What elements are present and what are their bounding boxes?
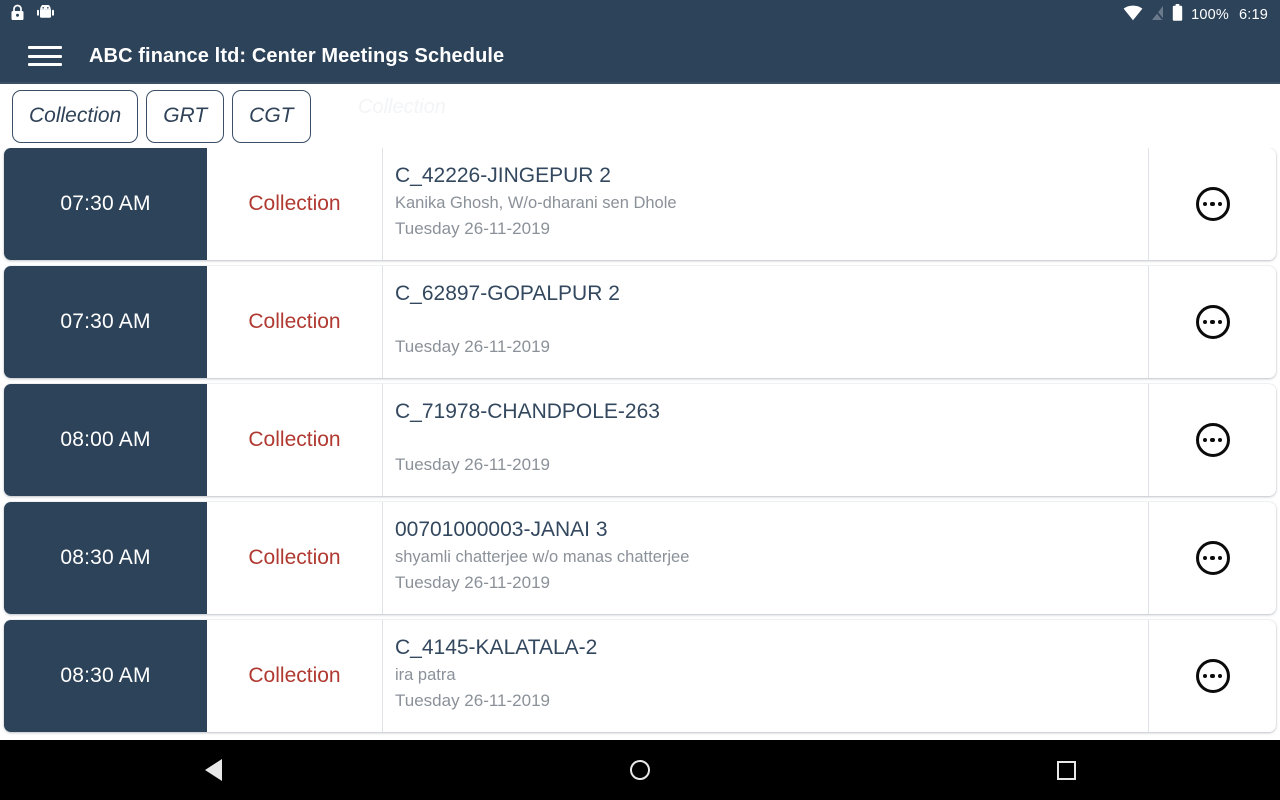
android-navigation-bar: [0, 740, 1280, 800]
row-title: C_42226-JINGEPUR 2: [395, 164, 611, 187]
row-time: 07:30 AM: [4, 266, 207, 378]
table-row[interactable]: 07:30 AM Collection C_42226-JINGEPUR 2 K…: [4, 148, 1276, 260]
row-title: 00701000003-JANAI 3: [395, 518, 608, 541]
row-time: 07:30 AM: [4, 148, 207, 260]
page-title: ABC finance ltd: Center Meetings Schedul…: [89, 44, 505, 67]
row-title: C_62897-GOPALPUR 2: [395, 282, 620, 305]
tab-cgt[interactable]: CGT: [232, 89, 311, 143]
more-options-icon: [1195, 423, 1230, 457]
tab-strip: Collection GRT CGT: [0, 82, 1280, 148]
home-circle-icon: [630, 760, 650, 780]
meetings-list: 07:30 AM Collection C_42226-JINGEPUR 2 K…: [0, 148, 1280, 740]
more-options-icon: [1195, 187, 1230, 221]
row-title: C_71978-CHANDPOLE-263: [395, 400, 660, 423]
table-row[interactable]: 08:30 AM Collection 00701000003-JANAI 3 …: [4, 502, 1276, 614]
row-subtitle: Kanika Ghosh, W/o-dharani sen Dhole: [395, 194, 677, 212]
row-type: Collection: [207, 620, 383, 732]
row-time: 08:30 AM: [4, 620, 207, 732]
tab-grt[interactable]: GRT: [146, 89, 225, 143]
row-time: 08:30 AM: [4, 502, 207, 614]
row-subtitle: [395, 426, 1148, 452]
status-bar-right-icons: 100% 6:19: [1123, 4, 1268, 26]
row-detail: C_4145-KALATALA-2 ira patra Tuesday 26-1…: [383, 620, 1148, 732]
row-date: Tuesday 26-11-2019: [395, 691, 550, 710]
more-options-icon: [1195, 659, 1230, 693]
no-signal-icon: [1151, 5, 1164, 26]
lock-icon: [10, 4, 25, 26]
table-row[interactable]: 07:30 AM Collection C_62897-GOPALPUR 2 T…: [4, 266, 1276, 378]
clock-label: 6:19: [1238, 6, 1268, 23]
row-date: Tuesday 26-11-2019: [395, 219, 550, 238]
battery-percent-label: 100%: [1191, 6, 1229, 23]
table-row[interactable]: 08:00 AM Collection C_71978-CHANDPOLE-26…: [4, 384, 1276, 496]
row-date: Tuesday 26-11-2019: [395, 337, 550, 356]
row-subtitle: [395, 308, 1148, 334]
hamburger-menu-icon[interactable]: [28, 43, 62, 69]
android-robot-icon: [37, 3, 54, 26]
row-title: C_4145-KALATALA-2: [395, 636, 598, 659]
more-options-icon: [1195, 305, 1230, 339]
table-row[interactable]: 08:30 AM Collection C_4145-KALATALA-2 ir…: [4, 620, 1276, 732]
app-screen: 100% 6:19 ABC finance ltd: Center Meetin…: [0, 0, 1280, 800]
row-subtitle: ira patra: [395, 666, 456, 684]
status-bar: 100% 6:19: [0, 0, 1280, 30]
nav-recents-button[interactable]: [853, 740, 1280, 800]
more-options-icon: [1195, 541, 1230, 575]
tab-collection-label: Collection: [29, 104, 122, 127]
row-type: Collection: [207, 502, 383, 614]
row-type: Collection: [207, 148, 383, 260]
row-options-button[interactable]: [1148, 502, 1276, 614]
row-detail: C_42226-JINGEPUR 2 Kanika Ghosh, W/o-dha…: [383, 148, 1148, 260]
row-date: Tuesday 26-11-2019: [395, 573, 550, 592]
row-options-button[interactable]: [1148, 384, 1276, 496]
status-bar-left-icons: [10, 3, 54, 26]
tab-collection[interactable]: Collection: [12, 89, 139, 143]
wifi-icon: [1123, 5, 1143, 26]
row-time: 08:00 AM: [4, 384, 207, 496]
row-type: Collection: [207, 266, 383, 378]
tab-grt-label: GRT: [163, 104, 208, 127]
row-detail: C_71978-CHANDPOLE-263 Tuesday 26-11-2019: [383, 384, 1148, 496]
nav-home-button[interactable]: [427, 740, 854, 800]
row-options-button[interactable]: [1148, 266, 1276, 378]
row-type: Collection: [207, 384, 383, 496]
row-options-button[interactable]: [1148, 148, 1276, 260]
recents-square-icon: [1057, 760, 1077, 780]
tab-cgt-label: CGT: [249, 104, 294, 127]
row-subtitle: shyamli chatterjee w/o manas chatterjee: [395, 548, 690, 566]
app-bar: ABC finance ltd: Center Meetings Schedul…: [0, 30, 1280, 82]
row-date: Tuesday 26-11-2019: [395, 455, 550, 474]
back-triangle-icon: [204, 759, 222, 781]
battery-full-icon: [1172, 4, 1183, 26]
nav-back-button[interactable]: [0, 740, 427, 800]
row-detail: 00701000003-JANAI 3 shyamli chatterjee w…: [383, 502, 1148, 614]
row-options-button[interactable]: [1148, 620, 1276, 732]
row-detail: C_62897-GOPALPUR 2 Tuesday 26-11-2019: [383, 266, 1148, 378]
